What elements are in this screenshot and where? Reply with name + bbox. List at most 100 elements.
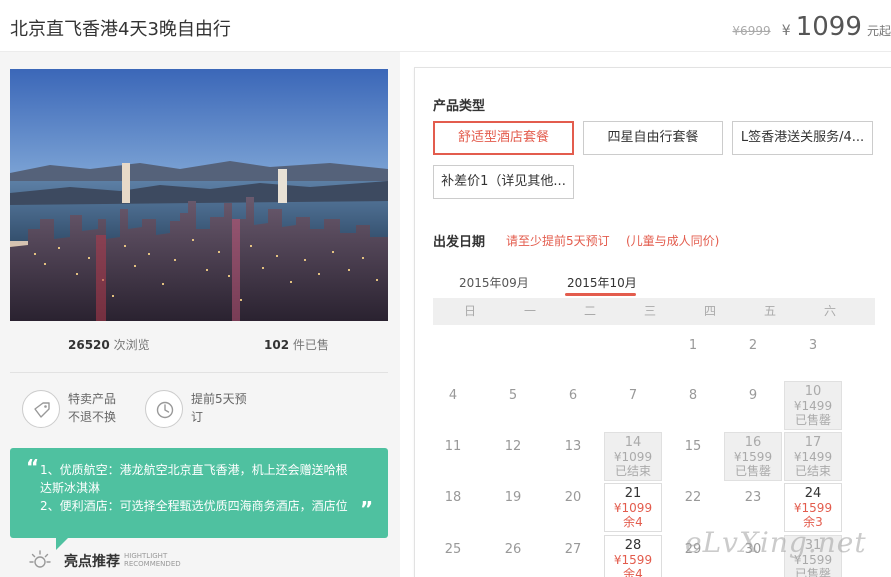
- booking-panel: 产品类型 舒适型酒店套餐 四星自由行套餐 L签香港送关服务/4... 补差价1（…: [414, 67, 891, 577]
- calendar-day-24[interactable]: 24 ¥1599 余3: [784, 483, 842, 532]
- feature-text: 提前5天预 订: [191, 390, 247, 426]
- price-box: ¥6999 ¥ 1099 元起: [732, 12, 891, 42]
- month-tab-september[interactable]: 2015年09月: [459, 274, 529, 291]
- day-number: 15: [684, 439, 702, 454]
- day-status: 已售罄: [794, 413, 831, 427]
- view-count-number: 26520: [68, 338, 110, 352]
- calendar-day-22: 22: [664, 483, 722, 532]
- day-number: 6: [568, 388, 578, 403]
- day-number: 3: [808, 338, 818, 353]
- current-price: 1099: [795, 12, 862, 42]
- day-price: ¥1599: [793, 501, 833, 515]
- departure-date-label: 出发日期: [433, 235, 486, 250]
- sold-count-label: 件已售: [292, 338, 329, 352]
- product-option-price-difference[interactable]: 补差价1（详见其他...: [433, 165, 574, 199]
- product-option-comfort-hotel[interactable]: 舒适型酒店套餐: [433, 121, 574, 155]
- day-number: 11: [444, 439, 462, 454]
- calendar-day-11: 11: [424, 432, 482, 481]
- day-number: 1: [688, 338, 698, 353]
- highlight-line: 2、便利酒店：可选择全程甄选优质四海商务酒店，酒店位: [40, 499, 348, 513]
- weekday-sun: 日: [463, 304, 476, 318]
- day-status: 已售罄: [734, 464, 771, 478]
- calendar-day-16: 16 ¥1599 已售罄: [724, 432, 782, 481]
- product-type-label: 产品类型: [433, 99, 486, 114]
- subtitle-line: RECOMMENDED: [124, 560, 181, 568]
- product-option-four-star[interactable]: 四星自由行套餐: [583, 121, 723, 155]
- day-number: 21: [624, 486, 642, 501]
- highlight-line: 1、优质航空：港龙航空北京直飞香港，机上还会赠送哈根: [40, 463, 348, 477]
- day-number: 19: [504, 490, 522, 505]
- calendar-day-28[interactable]: 28 ¥1599 余4: [604, 535, 662, 577]
- calendar-day-3: 3: [784, 331, 842, 380]
- calendar-day-23: 23: [724, 483, 782, 532]
- day-number: 16: [744, 435, 762, 450]
- currency-symbol: ¥: [781, 23, 791, 39]
- day-number: 25: [444, 542, 462, 557]
- day-number: 26: [504, 542, 522, 557]
- product-photo[interactable]: [10, 69, 388, 321]
- day-number: 20: [564, 490, 582, 505]
- calendar-day-1: 1: [664, 331, 722, 380]
- page-header: 北京直飞香港4天3晚自由行 ¥6999 ¥ 1099 元起: [0, 0, 891, 52]
- calendar-day-20: 20: [544, 483, 602, 532]
- day-price: ¥1599: [733, 450, 773, 464]
- left-panel: 26520 次浏览 102 件已售 特卖产品 不退不换 提前5天预 订 “ 1、…: [0, 52, 400, 577]
- day-number: 24: [804, 486, 822, 501]
- view-count: 26520 次浏览: [68, 336, 150, 353]
- day-number: 27: [564, 542, 582, 557]
- calendar-day-19: 19: [484, 483, 542, 532]
- weekday-fri: 五: [763, 304, 776, 318]
- calendar-day-17: 17 ¥1499 已结束: [784, 432, 842, 481]
- calendar-day-14: 14 ¥1099 已结束: [604, 432, 662, 481]
- day-number: 12: [504, 439, 522, 454]
- calendar-day-15: 15: [664, 432, 722, 481]
- calendar-day-21[interactable]: 21 ¥1099 余4: [604, 483, 662, 532]
- price-unit: 元起: [866, 24, 891, 38]
- feature-text: 特卖产品 不退不换: [68, 390, 116, 426]
- calendar-day-26: 26: [484, 535, 542, 577]
- month-tab-october[interactable]: 2015年10月: [567, 274, 637, 291]
- close-quote-icon: ”: [360, 497, 374, 521]
- clock-icon: [145, 390, 183, 428]
- product-option-visa-service[interactable]: L签香港送关服务/4...: [732, 121, 873, 155]
- day-number: 13: [564, 439, 582, 454]
- day-price: ¥1099: [613, 501, 653, 515]
- sold-count-number: 102: [264, 338, 290, 352]
- weekday-sat: 六: [823, 304, 836, 318]
- day-status: 已结束: [614, 464, 651, 478]
- day-number: 8: [688, 388, 698, 403]
- day-number: 14: [624, 435, 642, 450]
- calendar-day-13: 13: [544, 432, 602, 481]
- calendar-day-9: 9: [724, 381, 782, 430]
- watermark: eLvXing.net: [685, 526, 867, 559]
- day-number: 17: [804, 435, 822, 450]
- day-price: ¥1499: [793, 450, 833, 464]
- day-price: ¥1499: [793, 399, 833, 413]
- calendar-day-4: 4: [424, 381, 482, 430]
- calendar-day-18: 18: [424, 483, 482, 532]
- sun-icon: [29, 550, 51, 568]
- day-status: 余4: [623, 567, 643, 577]
- calendar-day-12: 12: [484, 432, 542, 481]
- day-number: 2: [748, 338, 758, 353]
- day-number: 4: [448, 388, 458, 403]
- weekday-thu: 四: [703, 304, 716, 318]
- day-price: ¥1599: [613, 553, 653, 567]
- calendar-day-27: 27: [544, 535, 602, 577]
- day-number: 10: [804, 384, 822, 399]
- calendar-day-5: 5: [484, 381, 542, 430]
- day-number: 9: [748, 388, 758, 403]
- day-number: 28: [624, 538, 642, 553]
- weekday-header: 日 一 二 三 四 五 六: [433, 298, 875, 325]
- day-price: ¥1099: [613, 450, 653, 464]
- highlights-subtitle: HIGHTLIGHT RECOMMENDED: [124, 552, 181, 568]
- calendar-day-10: 10 ¥1499 已售罄: [784, 381, 842, 430]
- feature-line: 特卖产品: [68, 392, 117, 406]
- day-number: 7: [628, 388, 638, 403]
- calendar-day-8: 8: [664, 381, 722, 430]
- tag-icon: [22, 390, 60, 428]
- view-count-label: 次浏览: [113, 338, 150, 352]
- day-status: 已售罄: [794, 567, 831, 577]
- highlight-line: 达斯冰淇淋: [40, 481, 101, 495]
- active-month-indicator: [565, 293, 636, 296]
